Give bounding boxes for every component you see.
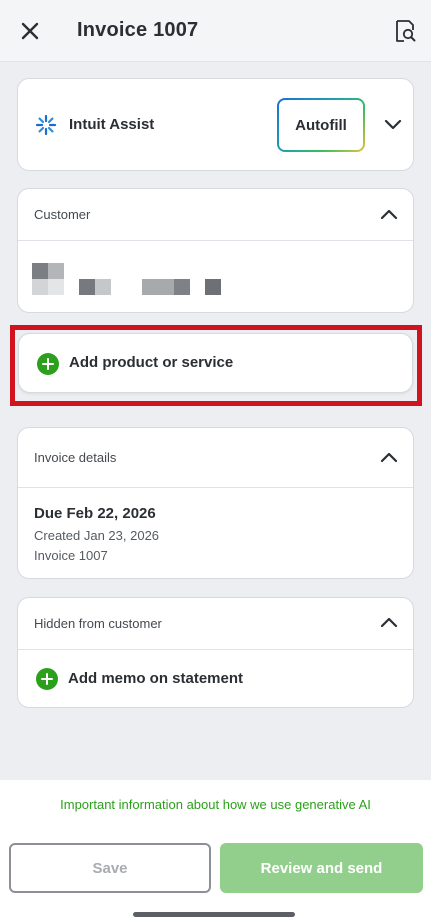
hidden-from-customer-heading: Hidden from customer: [34, 616, 162, 631]
hidden-from-customer-header[interactable]: Hidden from customer: [18, 598, 413, 650]
page-title: Invoice 1007: [77, 19, 199, 41]
invoice-number: Invoice 1007: [34, 548, 108, 563]
invoice-details-heading: Invoice details: [34, 450, 117, 465]
intuit-assist-card: Intuit Assist Autofill: [17, 78, 414, 171]
chevron-up-icon[interactable]: [378, 204, 400, 226]
created-date: Created Jan 23, 2026: [34, 528, 160, 543]
review-and-send-button[interactable]: Review and send: [220, 843, 423, 893]
footer-bar: Important information about how we use g…: [0, 780, 431, 923]
app-header: Invoice 1007: [0, 0, 431, 62]
intuit-assist-label: Intuit Assist: [69, 116, 155, 133]
customer-heading: Customer: [34, 207, 91, 222]
plus-circle-icon: [36, 668, 58, 690]
add-product-label: Add product or service: [69, 354, 234, 371]
autofill-button[interactable]: Autofill: [277, 98, 365, 152]
generative-ai-info-link[interactable]: Important information about how we use g…: [0, 797, 431, 812]
hidden-from-customer-card: Hidden from customer Add memo on stateme…: [17, 597, 414, 708]
autofill-label: Autofill: [279, 100, 363, 150]
document-search-icon[interactable]: [392, 18, 418, 44]
save-button[interactable]: Save: [9, 843, 211, 893]
close-icon[interactable]: [18, 19, 42, 43]
invoice-screen: Invoice 1007 Intuit Assist Autofill Cust…: [0, 0, 431, 923]
plus-circle-icon: [37, 353, 59, 375]
add-memo-button[interactable]: Add memo on statement: [18, 650, 413, 708]
invoice-details-header[interactable]: Invoice details: [18, 428, 413, 488]
customer-card-header[interactable]: Customer: [18, 189, 413, 241]
due-date[interactable]: Due Feb 22, 2026: [34, 505, 156, 522]
home-indicator: [133, 912, 295, 917]
chevron-up-icon[interactable]: [378, 447, 400, 469]
chevron-down-icon[interactable]: [382, 113, 404, 135]
customer-card: Customer: [17, 188, 414, 313]
add-memo-label: Add memo on statement: [68, 670, 244, 687]
sparkle-icon: [35, 114, 57, 136]
invoice-details-card: Invoice details Due Feb 22, 2026 Created…: [17, 427, 414, 579]
add-product-button[interactable]: Add product or service: [18, 333, 413, 393]
chevron-up-icon[interactable]: [378, 612, 400, 634]
